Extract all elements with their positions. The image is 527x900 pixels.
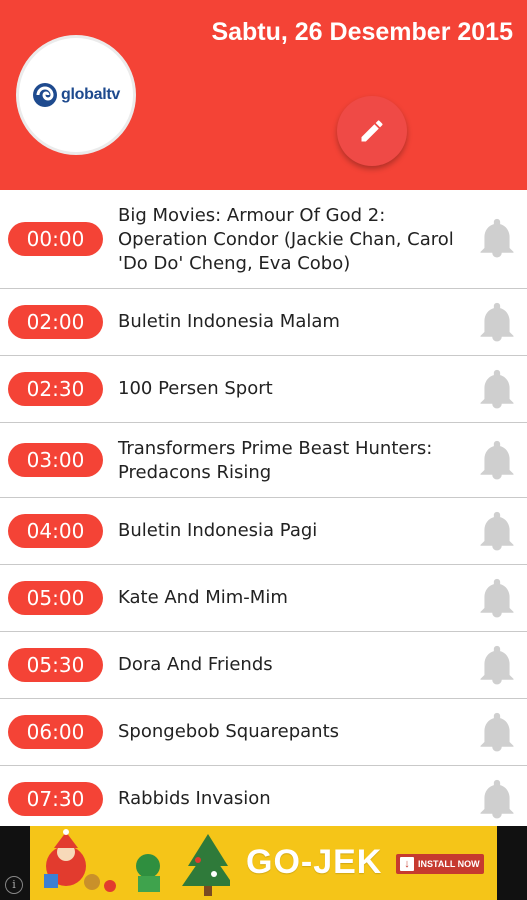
reminder-bell-icon[interactable] <box>477 214 517 260</box>
reminder-bell-icon[interactable] <box>477 574 517 620</box>
program-title: Spongebob Squarepants <box>118 721 340 742</box>
pencil-icon <box>361 120 383 142</box>
reminder-bell-icon[interactable] <box>477 708 517 754</box>
time-badge: 02:30 <box>8 372 103 406</box>
program-title: Buletin Indonesia Pagi <box>118 520 318 541</box>
ad-illustration <box>30 826 230 900</box>
ad-banner[interactable]: GO-JEK ↓ INSTALL NOW <box>30 826 497 900</box>
time-badge: 04:00 <box>8 514 103 548</box>
schedule-row[interactable]: 06:00 Spongebob Squarepants <box>0 699 527 766</box>
schedule-row[interactable]: 02:30 100 Persen Sport <box>0 356 527 423</box>
schedule-row[interactable]: 05:30 Dora And Friends <box>0 632 527 699</box>
program-title: 100 Persen Sport <box>118 378 273 399</box>
channel-logo-text: globaltv <box>61 86 120 103</box>
time-badge: 00:00 <box>8 222 103 256</box>
date-title: Sabtu, 26 Desember 2015 <box>211 18 513 46</box>
time-badge: 05:30 <box>8 648 103 682</box>
time-badge: 06:00 <box>8 715 103 749</box>
program-title: Buletin Indonesia Malam <box>118 311 340 332</box>
gojek-logo: GO-JEK <box>246 843 383 881</box>
globaltv-swirl-icon <box>33 83 58 107</box>
reminder-bell-icon[interactable] <box>477 507 517 553</box>
program-title: Kate And Mim-Mim <box>118 587 288 608</box>
download-icon: ↓ <box>400 857 414 871</box>
time-badge: 05:00 <box>8 581 103 615</box>
reminder-bell-icon[interactable] <box>477 775 517 821</box>
schedule-row[interactable]: 04:00 Buletin Indonesia Pagi <box>0 498 527 565</box>
schedule-row[interactable]: 07:30 Rabbids Invasion <box>0 766 527 826</box>
reminder-bell-icon[interactable] <box>477 365 517 411</box>
schedule-row[interactable]: 05:00 Kate And Mim-Mim <box>0 565 527 632</box>
program-title: Rabbids Invasion <box>118 788 271 809</box>
program-title: Dora And Friends <box>118 654 273 675</box>
ad-info-icon[interactable]: i <box>5 876 23 894</box>
time-badge: 02:00 <box>8 305 103 339</box>
schedule-row[interactable]: 02:00 Buletin Indonesia Malam <box>0 289 527 356</box>
app-header: Sabtu, 26 Desember 2015 globaltv <box>0 0 527 190</box>
program-title: Transformers Prime Beast Hunters: Predac… <box>118 438 433 483</box>
channel-logo[interactable]: globaltv <box>16 35 136 155</box>
reminder-bell-icon[interactable] <box>477 298 517 344</box>
schedule-row[interactable]: 00:00 Big Movies: Armour Of God 2: Opera… <box>0 190 527 289</box>
edit-button[interactable] <box>337 96 407 166</box>
schedule-row[interactable]: 03:00 Transformers Prime Beast Hunters: … <box>0 423 527 498</box>
reminder-bell-icon[interactable] <box>477 436 517 482</box>
program-title: Big Movies: Armour Of God 2: Operation C… <box>118 205 454 274</box>
ad-banner-container[interactable]: i GO-JEK ↓ INSTALL NOW <box>0 826 527 900</box>
install-now-button[interactable]: ↓ INSTALL NOW <box>396 854 484 874</box>
install-now-label: INSTALL NOW <box>418 859 480 869</box>
time-badge: 07:30 <box>8 782 103 816</box>
time-badge: 03:00 <box>8 443 103 477</box>
reminder-bell-icon[interactable] <box>477 641 517 687</box>
schedule-list[interactable]: 00:00 Big Movies: Armour Of God 2: Opera… <box>0 190 527 826</box>
